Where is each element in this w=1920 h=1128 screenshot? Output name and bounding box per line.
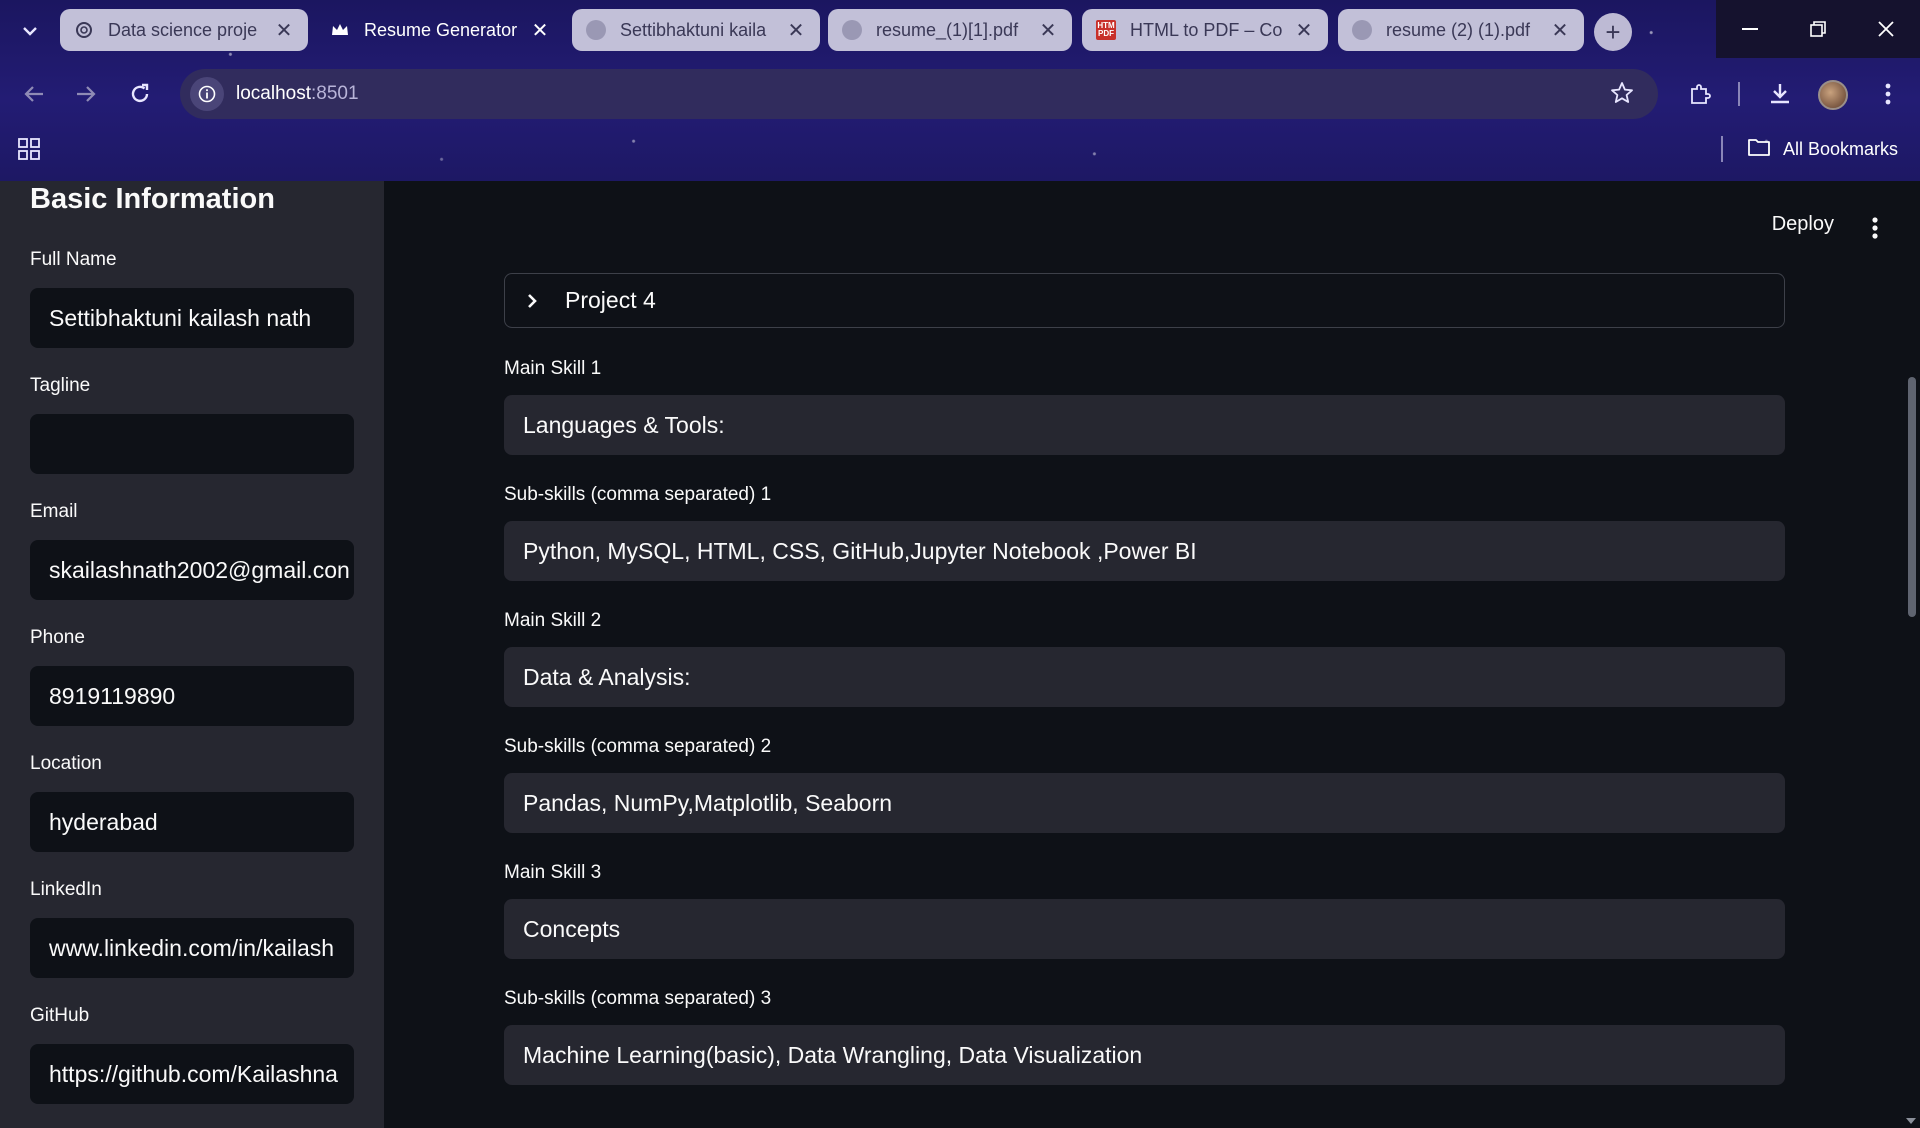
sub-skills-3-input[interactable]: Machine Learning(basic), Data Wrangling,… [504, 1025, 1785, 1085]
new-tab-button[interactable]: + [1594, 13, 1632, 51]
main-skill-2-input[interactable]: Data & Analysis: [504, 647, 1785, 707]
sidebar-heading: Basic Information [30, 183, 275, 215]
linkedin-field: LinkedIn www.linkedin.com/in/kailash [30, 879, 354, 978]
restore-icon[interactable] [1784, 0, 1852, 58]
main-content: Deploy Project 4 Main Skill 1 Languages … [384, 181, 1920, 1128]
tab-title: HTML to PDF – Co [1130, 19, 1283, 40]
email-field: Email skailashnath2002@gmail.con [30, 501, 354, 600]
address-bar[interactable]: localhost:8501 [180, 69, 1658, 119]
location-field: Location hyderabad [30, 753, 354, 852]
field-label: Phone [30, 627, 85, 648]
tagline-field: Tagline [30, 375, 354, 474]
folder-icon [1747, 137, 1771, 162]
scroll-down-arrow-icon[interactable] [1906, 1118, 1916, 1124]
tab-close-icon[interactable]: ✕ [272, 18, 296, 42]
main-scrollbar-thumb[interactable] [1908, 377, 1916, 617]
field-label: Main Skill 3 [504, 862, 602, 883]
sub-skills-1-field: Sub-skills (comma separated) 1 Python, M… [504, 484, 1785, 581]
field-label: Full Name [30, 249, 117, 270]
browser-tab[interactable]: resume_(1)[1].pdf ✕ [828, 9, 1072, 51]
tagline-input[interactable] [30, 414, 354, 474]
field-label: Tagline [30, 375, 91, 396]
sidebar: Basic Information Full Name Settibhaktun… [0, 181, 384, 1128]
github-field: GitHub https://github.com/Kailashna [30, 1005, 354, 1104]
extensions-puzzle-icon[interactable] [1682, 76, 1718, 112]
all-bookmarks[interactable]: All Bookmarks [1720, 136, 1898, 162]
location-input[interactable]: hyderabad [30, 792, 354, 852]
back-arrow-icon[interactable] [16, 76, 52, 112]
expander-label: Project 4 [565, 287, 656, 313]
openai-icon [74, 20, 94, 40]
streamlit-crown-icon [330, 20, 350, 40]
field-label: Sub-skills (comma separated) 2 [504, 736, 772, 757]
tab-close-icon[interactable]: ✕ [1036, 18, 1060, 42]
globe-icon [586, 20, 606, 40]
sub-skills-1-input[interactable]: Python, MySQL, HTML, CSS, GitHub,Jupyter… [504, 521, 1785, 581]
close-window-icon[interactable] [1852, 0, 1920, 58]
field-label: Main Skill 2 [504, 610, 602, 631]
field-label: LinkedIn [30, 879, 102, 900]
tab-close-icon[interactable]: ✕ [1292, 18, 1316, 42]
profile-avatar[interactable] [1818, 80, 1848, 110]
browser-tab[interactable]: Settibhaktuni kaila ✕ [572, 9, 820, 51]
main-skill-1-input[interactable]: Languages & Tools: [504, 395, 1785, 455]
field-label: Sub-skills (comma separated) 1 [504, 484, 772, 505]
browser-tab[interactable]: Data science proje ✕ [60, 9, 308, 51]
field-label: Main Skill 1 [504, 358, 602, 379]
tab-title: resume_(1)[1].pdf [876, 19, 1019, 40]
all-bookmarks-label: All Bookmarks [1782, 138, 1898, 159]
htm-pdf-icon: HTM PDF [1096, 20, 1116, 40]
full-name-field: Full Name Settibhaktuni kailash nath [30, 249, 354, 348]
tab-close-icon[interactable]: ✕ [784, 18, 808, 42]
deploy-button[interactable]: Deploy [1772, 213, 1834, 236]
browser-tab[interactable]: resume (2) (1).pdf ✕ [1338, 9, 1584, 51]
minimize-icon[interactable] [1716, 0, 1784, 58]
forward-arrow-icon[interactable] [68, 76, 104, 112]
sub-skills-3-field: Sub-skills (comma separated) 3 Machine L… [504, 988, 1785, 1085]
field-label: Email [30, 501, 78, 522]
url-host: localhost [236, 83, 311, 104]
phone-field: Phone 8919119890 [30, 627, 354, 726]
sub-skills-2-field: Sub-skills (comma separated) 2 Pandas, N… [504, 736, 1785, 833]
apps-grid-icon[interactable] [18, 138, 40, 165]
reload-icon[interactable] [122, 76, 158, 112]
browser-menu-icon[interactable] [1870, 76, 1906, 112]
sub-skills-2-input[interactable]: Pandas, NumPy,Matplotlib, Seaborn [504, 773, 1785, 833]
app-menu-icon[interactable] [1870, 216, 1880, 240]
field-label: GitHub [30, 1005, 90, 1026]
toolbar-divider [1738, 82, 1740, 106]
main-skill-2-field: Main Skill 2 Data & Analysis: [504, 610, 1785, 707]
browser-tab[interactable]: HTM PDF HTML to PDF – Co ✕ [1082, 9, 1328, 51]
field-label: Sub-skills (comma separated) 3 [504, 988, 772, 1009]
tab-title: Settibhaktuni kaila [620, 19, 767, 40]
tab-title: Data science proje [108, 19, 258, 40]
bookmark-star-icon[interactable] [1610, 81, 1634, 110]
tab-close-icon[interactable]: ✕ [528, 18, 552, 42]
browser-chrome: Data science proje ✕ Resume Generator ✕ … [0, 0, 1920, 181]
phone-input[interactable]: 8919119890 [30, 666, 354, 726]
field-label: Location [30, 753, 102, 774]
download-icon[interactable] [1762, 76, 1798, 112]
chevron-right-icon [527, 293, 547, 309]
linkedin-input[interactable]: www.linkedin.com/in/kailash [30, 918, 354, 978]
tab-title: resume (2) (1).pdf [1386, 19, 1531, 40]
project-4-expander[interactable]: Project 4 [504, 273, 1785, 328]
main-skill-3-field: Main Skill 3 Concepts [504, 862, 1785, 959]
globe-icon [842, 20, 862, 40]
tab-title: Resume Generator [364, 19, 518, 40]
url-port: :8501 [311, 83, 359, 104]
full-name-input[interactable]: Settibhaktuni kailash nath [30, 288, 354, 348]
main-skill-3-input[interactable]: Concepts [504, 899, 1785, 959]
browser-tab-active[interactable]: Resume Generator ✕ [316, 9, 564, 51]
bookmarks-divider [1720, 136, 1723, 162]
github-input[interactable]: https://github.com/Kailashna [30, 1044, 354, 1104]
tab-close-icon[interactable]: ✕ [1548, 18, 1572, 42]
email-input[interactable]: skailashnath2002@gmail.con [30, 540, 354, 600]
globe-icon [1352, 20, 1372, 40]
site-info-icon[interactable] [190, 77, 224, 111]
tab-search-chevron-icon[interactable] [12, 14, 48, 48]
main-skill-1-field: Main Skill 1 Languages & Tools: [504, 358, 1785, 455]
